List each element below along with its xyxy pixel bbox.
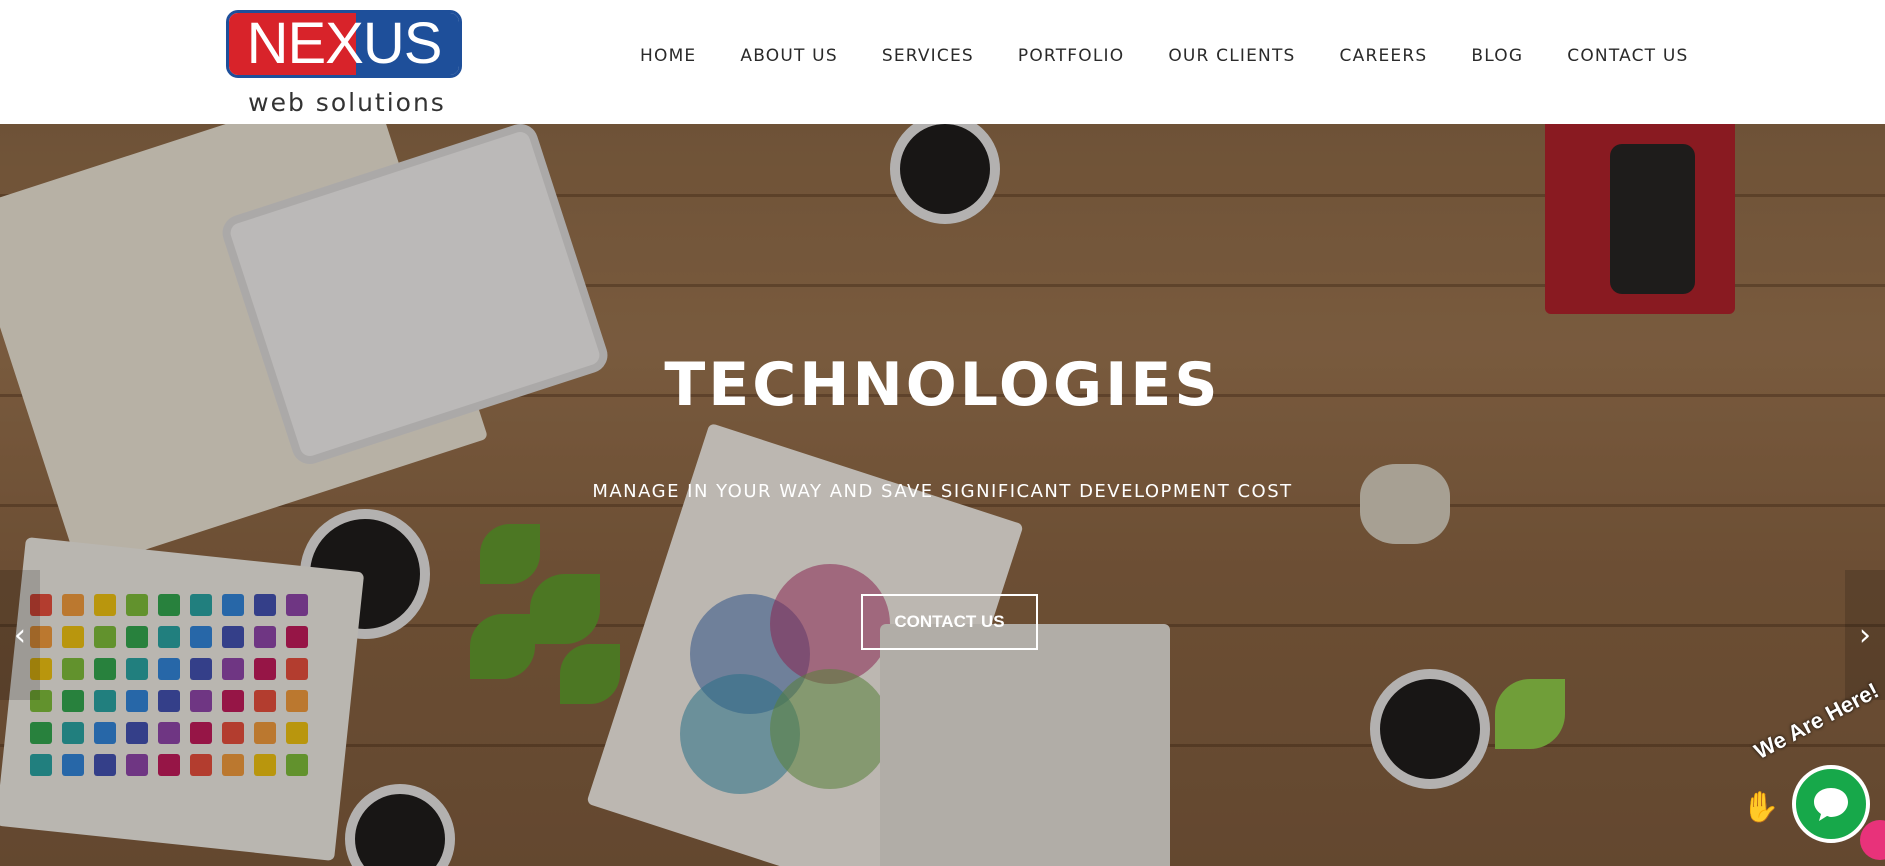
chevron-right-icon: › <box>1859 617 1871 653</box>
contact-us-button[interactable]: CONTACT US <box>861 594 1038 650</box>
logo-wordmark: NEXUS <box>246 11 443 76</box>
nav-services[interactable]: SERVICES <box>882 46 974 66</box>
nav-blog[interactable]: BLOG <box>1471 46 1523 66</box>
nav-portfolio[interactable]: PORTFOLIO <box>1018 46 1124 66</box>
chat-launcher-button[interactable] <box>1792 765 1870 843</box>
nav-our-clients[interactable]: OUR CLIENTS <box>1168 46 1295 66</box>
nav-home[interactable]: HOME <box>640 46 696 66</box>
slider-prev-button[interactable]: ‹ <box>0 570 40 700</box>
hero-title: TECHNOLOGIES <box>664 350 1221 420</box>
logo-tagline: web solutions <box>248 88 446 117</box>
hero-subtitle: MANAGE IN YOUR WAY AND SAVE SIGNIFICANT … <box>592 481 1293 502</box>
main-nav: HOME ABOUT US SERVICES PORTFOLIO OUR CLI… <box>640 46 1689 66</box>
nav-careers[interactable]: CAREERS <box>1340 46 1428 66</box>
chevron-left-icon: ‹ <box>14 617 26 653</box>
chat-bubble-icon <box>1814 788 1848 821</box>
site-header: NEXUS web solutions HOME ABOUT US SERVIC… <box>0 0 1885 124</box>
logo[interactable]: NEXUS web solutions <box>226 10 462 118</box>
nav-about-us[interactable]: ABOUT US <box>740 46 837 66</box>
nav-contact-us[interactable]: CONTACT US <box>1567 46 1688 66</box>
waving-hand-icon: ✋ <box>1742 790 1780 825</box>
